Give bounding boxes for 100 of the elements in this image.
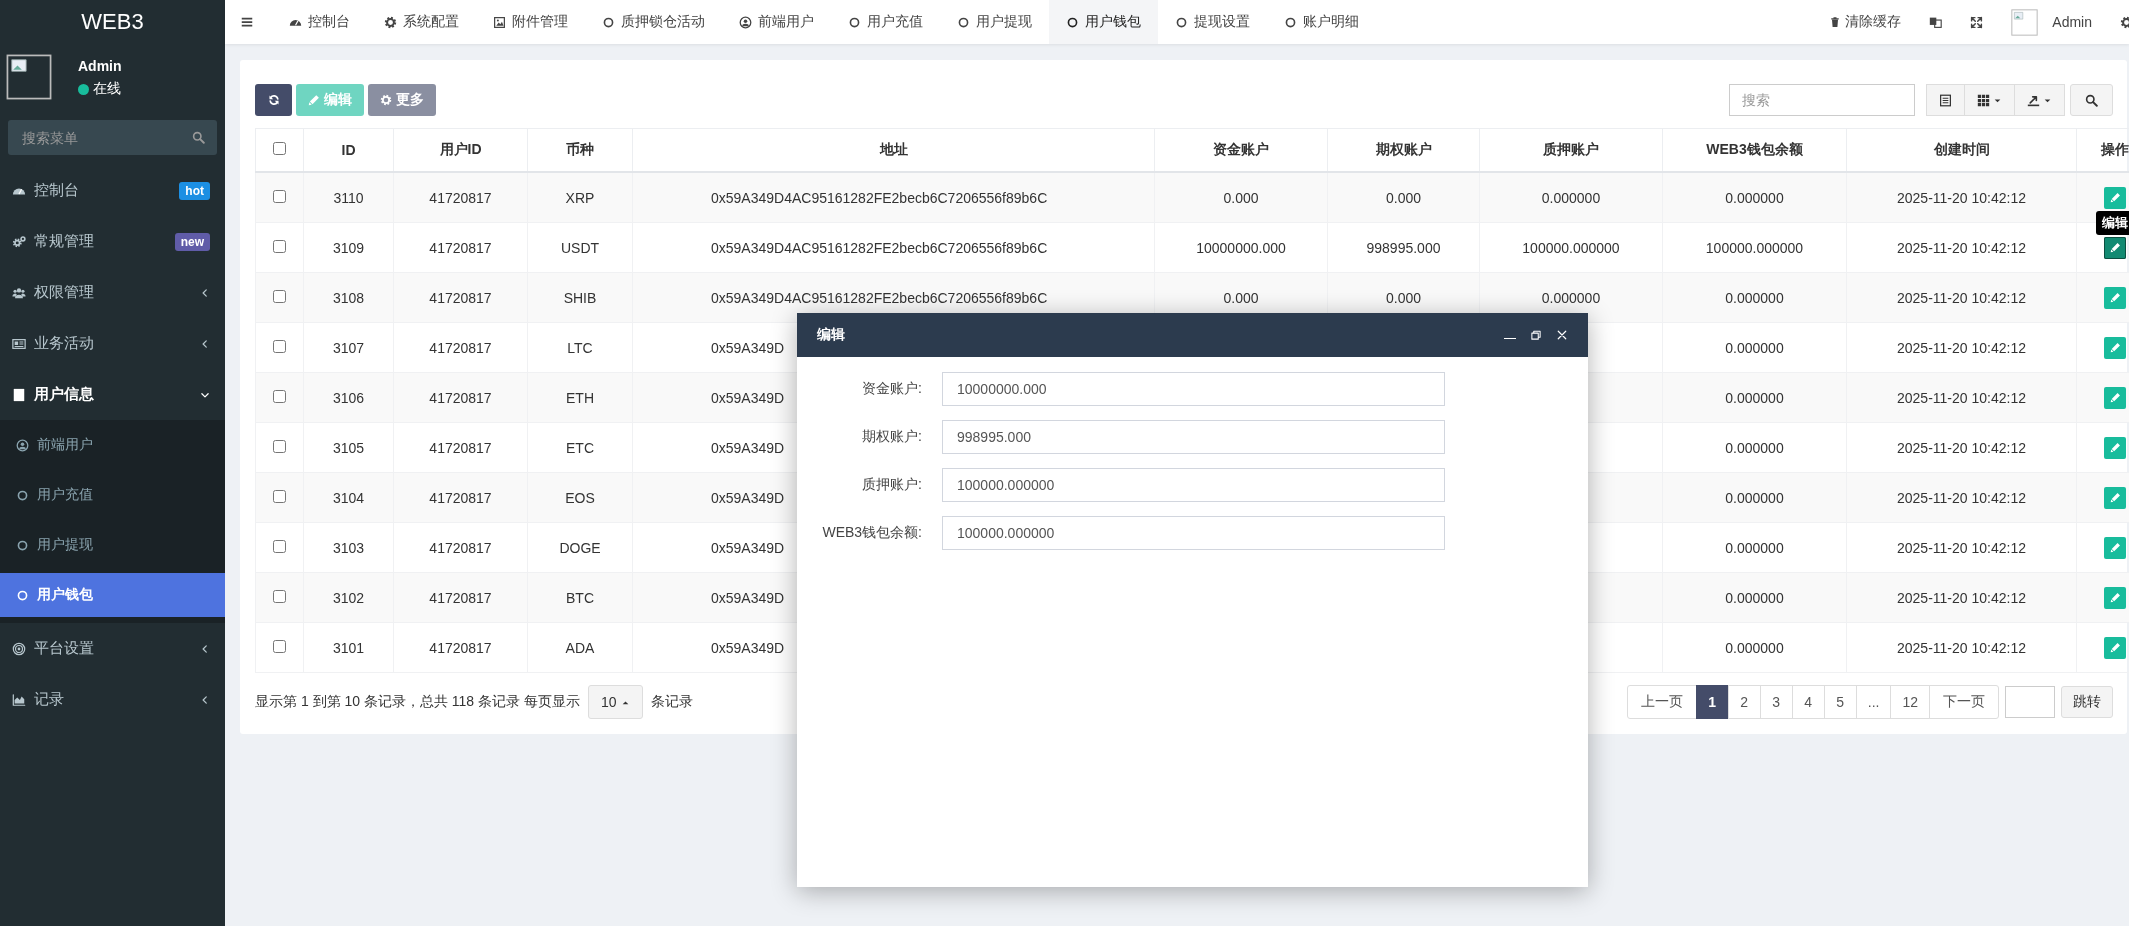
search-button[interactable] [2070, 84, 2113, 116]
table-cell: 0.000000 [1725, 189, 1784, 206]
row-checkbox[interactable] [273, 639, 286, 653]
row-checkbox[interactable] [273, 589, 286, 603]
table-cell: 41720817 [429, 539, 492, 556]
nav-tab[interactable]: 提现设置 [1158, 0, 1267, 44]
row-checkbox[interactable] [273, 539, 286, 553]
nav-tab[interactable]: 用户提现 [940, 0, 1049, 44]
table-cell: 2025-11-20 10:42:12 [1897, 439, 2026, 456]
sidebar-subitem[interactable]: 前端用户 [0, 420, 225, 470]
edit-button[interactable] [2104, 236, 2126, 259]
pencil-icon [2109, 242, 2121, 253]
sidebar-subitem[interactable]: 用户充值 [0, 470, 225, 520]
fullscreen-icon [1970, 15, 1984, 29]
columns-dropdown-button[interactable] [1964, 84, 2015, 116]
table-cell: 0x59A349D [711, 389, 785, 406]
sidebar-item[interactable]: 常规管理 new [0, 216, 225, 267]
minimize-icon[interactable] [1504, 337, 1516, 339]
table-cell: DOGE [559, 539, 601, 556]
table-cell: 0x59A349D4AC95161282FE2becb6C7206556f89b6C [711, 239, 1048, 256]
search-icon [192, 131, 205, 144]
input-field[interactable]: 998995.000 [942, 420, 1445, 454]
input-field[interactable]: 100000.000000 [942, 516, 1445, 550]
row-checkbox[interactable] [273, 489, 286, 503]
table-cell: 2025-11-20 10:42:12 [1897, 539, 2026, 556]
input-field[interactable]: 10000000.000 [942, 372, 1445, 406]
table-cell: 3101 [332, 639, 365, 656]
search-field[interactable]: 搜索 [1729, 84, 1915, 116]
nav-tab[interactable]: 控制台 [272, 0, 367, 44]
nav-tab[interactable]: 用户钱包 [1049, 0, 1158, 44]
input-field[interactable]: 100000.000000 [942, 468, 1445, 502]
nav-tab[interactable]: 系统配置 [367, 0, 476, 44]
clear-cache-button[interactable]: 清除缓存 [1829, 13, 1902, 31]
users-icon [12, 285, 26, 300]
nav-tab[interactable]: 前端用户 [722, 0, 831, 44]
nav-tab[interactable]: 附件管理 [476, 0, 585, 44]
table-cell: 0.000000 [1725, 489, 1784, 506]
page-button[interactable]: 4 [1791, 685, 1825, 719]
table-cell: 41720817 [429, 189, 492, 206]
circle-icon [957, 15, 970, 29]
table-cell: 0x59A349D4AC95161282FE2becb6C7206556f89b6C [711, 289, 1048, 306]
gear-icon [380, 94, 392, 106]
page-button[interactable]: 3 [1759, 685, 1793, 719]
table-cell: XRP [565, 189, 595, 206]
table-cell: 2025-11-20 10:42:12 [1897, 339, 2026, 356]
user-name[interactable]: Admin [2052, 14, 2092, 30]
refresh-button[interactable] [255, 84, 292, 116]
sidebar-item[interactable]: 权限管理 [0, 267, 225, 318]
menu-search-field[interactable]: 搜索菜单 [8, 120, 217, 155]
next-page-button[interactable]: 下一页 [1929, 685, 1999, 719]
page-button[interactable]: 5 [1823, 685, 1857, 719]
table-cell: 2025-11-20 10:42:12 [1897, 189, 2026, 206]
nav-tab[interactable]: 账户明细 [1267, 0, 1376, 44]
table-cell: 3109 [332, 239, 365, 256]
row-checkbox[interactable] [273, 389, 286, 403]
circle-icon [1284, 15, 1297, 29]
page-size-dropdown[interactable]: 10 [587, 685, 644, 719]
previous-page-button[interactable]: 上一页 [1626, 685, 1697, 719]
jump-button[interactable]: 跳转 [2061, 686, 2113, 718]
table-cell: 0x59A349D [711, 589, 785, 606]
table-cell: 3105 [332, 439, 365, 456]
select-all-checkbox[interactable] [273, 142, 286, 155]
table-cell: ETC [566, 439, 594, 456]
sidebar-subitem[interactable]: 用户钱包 [0, 573, 225, 617]
table-cell: EOS [565, 489, 595, 506]
page-number-field[interactable] [2005, 686, 2055, 718]
gear-icon [384, 15, 397, 29]
sidebar-subitem[interactable]: 用户提现 [0, 520, 225, 570]
table-cell: 0.000000 [1725, 439, 1784, 456]
row-checkbox[interactable] [273, 189, 286, 203]
user-name: Admin [78, 58, 122, 74]
table-cell: 3107 [332, 339, 365, 356]
table-cell: 2025-11-20 10:42:12 [1897, 639, 2026, 656]
export-dropdown-button[interactable] [2014, 84, 2065, 116]
table-cell: 0x59A349D [711, 439, 785, 456]
field-label: 质押账户: [861, 476, 922, 494]
table-cell: 0x59A349D [711, 489, 785, 506]
page-button[interactable]: 12 [1890, 685, 1930, 719]
sidebar-item[interactable]: 业务活动 [0, 318, 225, 369]
page-button[interactable]: 1 [1695, 685, 1729, 719]
area-chart-icon [12, 692, 26, 707]
row-checkbox[interactable] [273, 239, 286, 253]
page-button[interactable]: ... [1855, 685, 1892, 719]
table-cell: 0.000000 [1725, 539, 1784, 556]
sidebar-item[interactable]: 用户信息 [0, 369, 225, 420]
page-button[interactable]: 2 [1727, 685, 1761, 719]
toggle-view-button[interactable] [1926, 84, 1965, 116]
sidebar-item[interactable]: 控制台 hot [0, 165, 225, 216]
trash-icon [1829, 16, 1842, 28]
chevron-left-icon [200, 287, 210, 298]
nav-tab[interactable]: 用户充值 [831, 0, 940, 44]
table-cell: 0.000000 [1725, 389, 1784, 406]
sidebar-item[interactable]: 平台设置 [0, 623, 225, 674]
pencil-icon [2109, 542, 2121, 553]
row-checkbox[interactable] [273, 289, 286, 303]
sidebar-item[interactable]: 记录 [0, 674, 225, 725]
row-checkbox[interactable] [273, 439, 286, 453]
row-checkbox[interactable] [273, 339, 286, 353]
nav-tab[interactable]: 质押锁仓活动 [585, 0, 722, 44]
logo-text[interactable]: WEB3 [0, 0, 225, 44]
